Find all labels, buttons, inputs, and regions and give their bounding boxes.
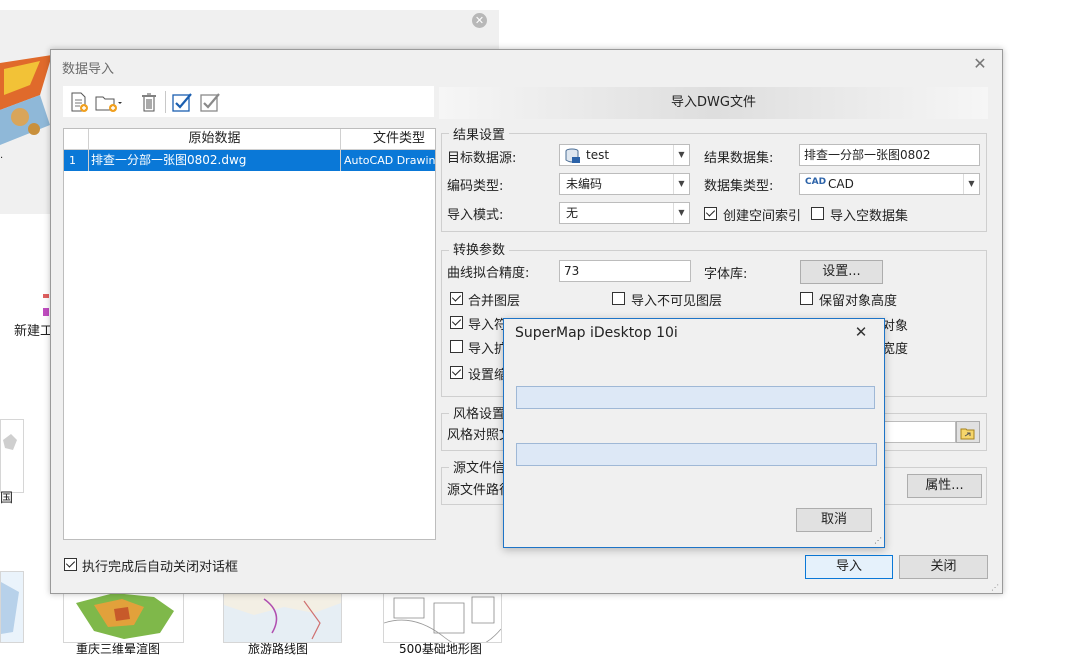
progress-dialog: SuperMap iDesktop 10i ✕ 取消 ⋰ (503, 318, 885, 548)
merge-layers-label: 合并图层 (468, 294, 521, 309)
new-project-label: 新建工 (14, 324, 54, 339)
cad-icon: CAD (805, 177, 827, 187)
object-option-label: 对象 (882, 319, 909, 334)
panel-title: 导入DWG文件 (439, 87, 988, 119)
import-mode-combo[interactable]: 无 ▼ (559, 202, 690, 224)
import-toolbar (63, 86, 434, 117)
import-invisible-label: 导入不可见图层 (631, 294, 723, 309)
select-all-icon[interactable] (171, 91, 193, 113)
delete-icon[interactable] (138, 91, 160, 113)
chongqing-relief-thumbnail[interactable] (63, 592, 184, 643)
add-file-icon[interactable] (68, 91, 90, 113)
auto-close-label: 执行完成后自动关闭对话框 (82, 560, 239, 575)
import-symbol-checkbox[interactable] (450, 316, 463, 329)
import-symbol-label: 导入符 (468, 318, 508, 333)
toolbar-separator (165, 91, 166, 113)
grid-divider (340, 129, 341, 171)
dataset-type-label: 数据集类型: (704, 179, 774, 194)
open-folder-icon[interactable] (956, 421, 980, 443)
set-scale-checkbox[interactable] (450, 366, 463, 379)
background-close-icon[interactable]: ✕ (472, 13, 487, 28)
font-lib-settings-button[interactable]: 设置... (800, 260, 883, 284)
dialog-title: 数据导入 (62, 62, 115, 77)
encoding-value: 未编码 (566, 177, 603, 191)
style-settings-title: 风格设置 (449, 403, 510, 422)
result-settings-title: 结果设置 (449, 124, 510, 143)
china-map-label: 国 (0, 491, 14, 506)
file-list-grid[interactable]: 原始数据 文件类型 1 排查一分部一张图0802.dwg AutoCAD Dra… (63, 128, 436, 540)
chevron-down-icon[interactable]: ▼ (673, 145, 689, 165)
new-project-icon[interactable] (42, 292, 50, 318)
grid-divider (88, 129, 89, 171)
progress-title: SuperMap iDesktop 10i (515, 325, 678, 341)
close-button[interactable]: 关闭 (899, 555, 988, 579)
result-dataset-input[interactable]: 排查一分部一张图0802 (799, 144, 980, 166)
conversion-params-title: 转换参数 (449, 239, 510, 258)
properties-button[interactable]: 属性... (907, 474, 982, 498)
progress-bar-overall (516, 386, 875, 409)
row-index: 1 (69, 154, 76, 167)
keep-height-checkbox[interactable] (800, 292, 813, 305)
target-datasource-label: 目标数据源: (447, 151, 517, 166)
set-scale-label: 设置缩 (468, 368, 508, 383)
grid-header-type[interactable]: 文件类型 (341, 129, 435, 149)
database-icon (565, 148, 581, 168)
import-invisible-checkbox[interactable] (612, 292, 625, 305)
cancel-button[interactable]: 取消 (796, 508, 872, 532)
dataset-type-combo[interactable]: CAD CAD ▼ (799, 173, 980, 195)
progress-close-icon[interactable]: ✕ (852, 323, 870, 341)
style-ref-input[interactable] (881, 421, 956, 443)
chevron-down-icon[interactable]: ▼ (673, 203, 689, 223)
result-dataset-label: 结果数据集: (704, 151, 774, 166)
grid-header: 原始数据 文件类型 (64, 129, 435, 150)
chevron-down-icon[interactable]: ▼ (963, 174, 979, 194)
create-spatial-index-label: 创建空间索引 (723, 209, 802, 224)
target-datasource-value: test (586, 148, 610, 162)
source-info-title: 源文件信 (449, 457, 510, 476)
invert-select-icon[interactable] (199, 91, 221, 113)
dataset-type-value: CAD (828, 177, 854, 191)
row-file-type: AutoCAD Drawing (344, 154, 435, 167)
topographic-thumbnail[interactable] (383, 592, 502, 643)
thumbnail-label-tourism: 旅游路线图 (248, 642, 309, 656)
font-lib-label: 字体库: (704, 267, 748, 282)
thumb-dot: · (0, 153, 4, 164)
auto-close-checkbox[interactable] (64, 558, 77, 571)
grid-header-index (64, 129, 89, 149)
thumbnail-label-chongqing: 重庆三维晕渲图 (76, 642, 161, 656)
import-mode-label: 导入模式: (447, 208, 504, 223)
target-datasource-combo[interactable]: test ▼ (559, 144, 690, 166)
import-extended-label: 导入扩 (468, 342, 508, 357)
create-spatial-index-checkbox[interactable] (704, 207, 717, 220)
map-thumbnail-partial[interactable] (0, 55, 52, 150)
resize-grip-icon[interactable]: ⋰ (874, 536, 883, 545)
chevron-down-icon[interactable]: ▼ (673, 174, 689, 194)
progress-bar-current (516, 443, 877, 466)
resize-grip-icon[interactable]: ⋰ (991, 583, 1001, 593)
import-button[interactable]: 导入 (805, 555, 893, 579)
encoding-label: 编码类型: (447, 179, 504, 194)
curve-precision-input[interactable]: 73 (559, 260, 691, 282)
merge-layers-checkbox[interactable] (450, 292, 463, 305)
import-empty-dataset-checkbox[interactable] (811, 207, 824, 220)
table-row[interactable]: 1 排查一分部一张图0802.dwg AutoCAD Drawing (64, 150, 435, 171)
thumbnail-partial[interactable] (0, 571, 24, 643)
encoding-combo[interactable]: 未编码 ▼ (559, 173, 690, 195)
import-empty-dataset-label: 导入空数据集 (830, 209, 909, 224)
width-option-label: 宽度 (882, 342, 909, 357)
map-thumbnail-china[interactable] (0, 419, 24, 493)
add-folder-icon[interactable] (94, 91, 126, 113)
import-mode-value: 无 (566, 206, 579, 220)
grid-header-source[interactable]: 原始数据 (89, 129, 341, 149)
import-extended-checkbox[interactable] (450, 340, 463, 353)
dialog-close-icon[interactable]: ✕ (971, 55, 989, 73)
tourism-route-thumbnail[interactable] (223, 592, 342, 643)
row-source-file: 排查一分部一张图0802.dwg (91, 153, 247, 167)
curve-precision-label: 曲线拟合精度: (447, 266, 530, 281)
keep-height-label: 保留对象高度 (819, 294, 898, 309)
thumbnail-label-topographic: 500基础地形图 (399, 642, 482, 656)
